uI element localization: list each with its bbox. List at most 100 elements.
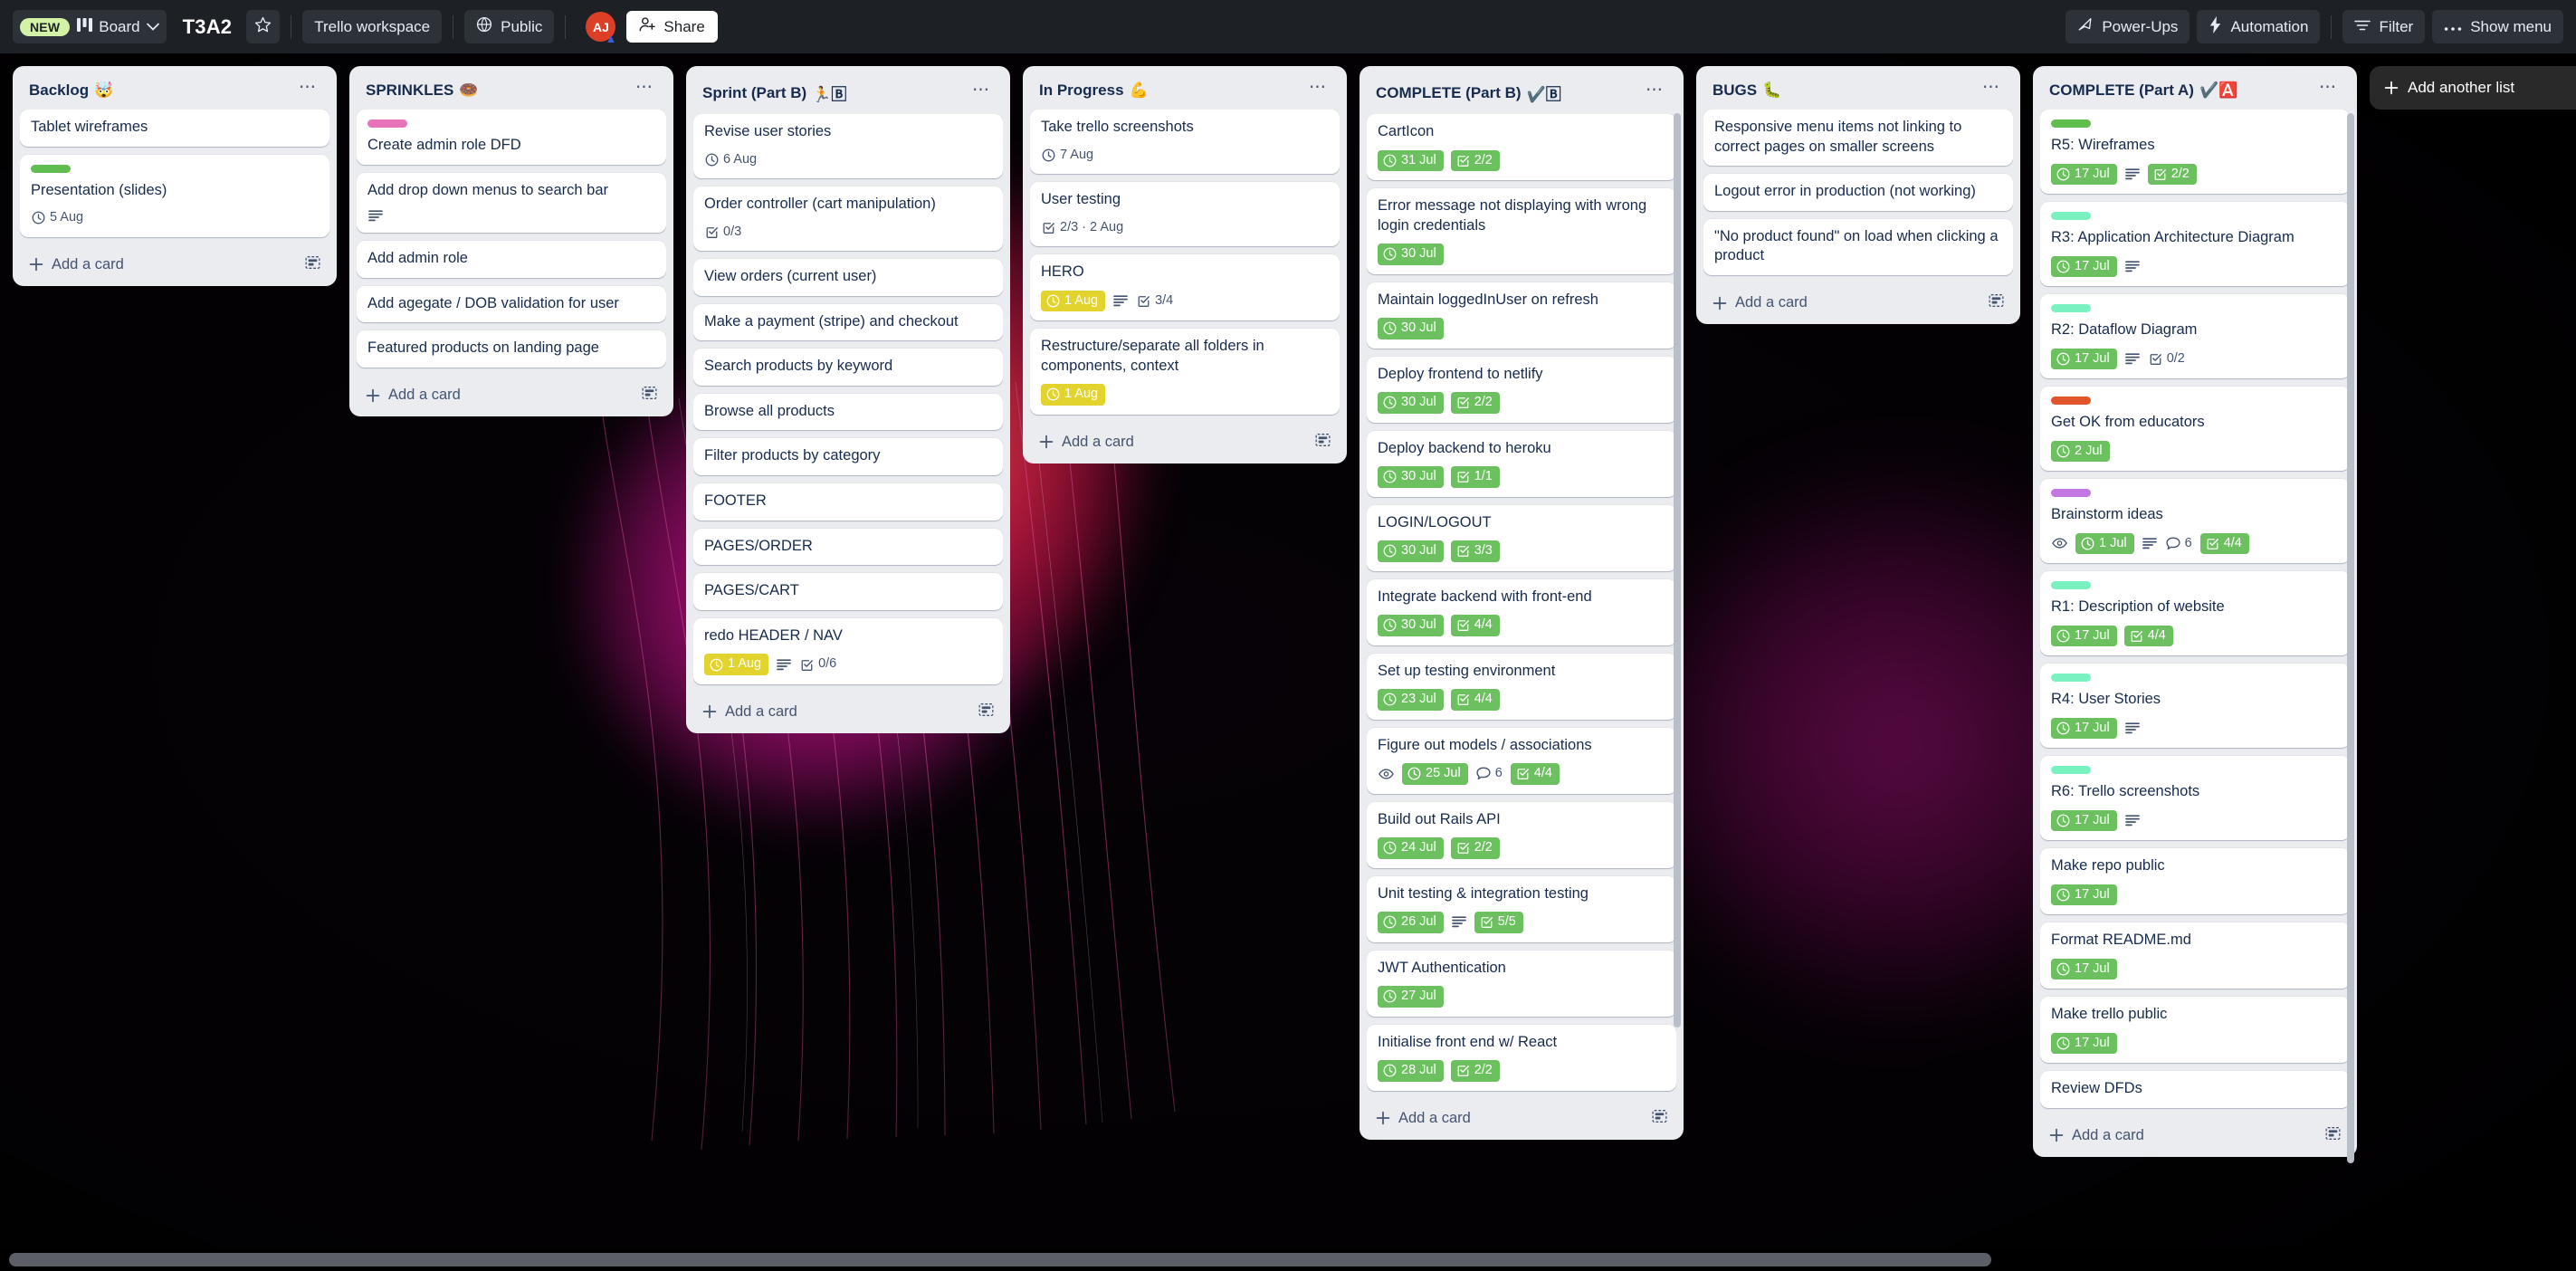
card[interactable]: R6: Trello screenshots 17 Jul <box>2040 756 2350 840</box>
card[interactable]: Take trello screenshots 7 Aug <box>1030 110 1340 174</box>
card[interactable]: Figure out models / associations 25 Jul 6 4… <box>1367 727 1676 794</box>
card-label[interactable] <box>367 119 407 128</box>
card[interactable]: Presentation (slides) 5 Aug <box>20 154 329 237</box>
visibility-button[interactable]: Public <box>464 10 555 43</box>
card[interactable]: Order controller (cart manipulation) 0/3 <box>693 186 1003 251</box>
filter-button[interactable]: Filter <box>2342 10 2426 43</box>
workspace-button[interactable]: Trello workspace <box>302 10 443 43</box>
card[interactable]: Search products by keyword <box>693 349 1003 386</box>
list-title[interactable]: COMPLETE (Part A) ✔️🅰️ <box>2049 81 2237 100</box>
list-complete-part-a[interactable]: COMPLETE (Part A) ✔️🅰️ ⋯ R5: Wireframes 17 J… <box>2033 66 2357 1163</box>
share-button[interactable]: Share <box>626 11 718 43</box>
board-lists-container[interactable]: Backlog 🤯 ⋯ Tablet wireframes Presentation (… <box>0 53 2576 1271</box>
star-board-button[interactable] <box>246 10 281 43</box>
card[interactable]: R5: Wireframes 17 Jul 2/2 <box>2040 110 2350 194</box>
list-vertical-scrollbar[interactable] <box>1674 113 1681 1027</box>
card-template-icon[interactable] <box>305 255 320 274</box>
card[interactable]: Set up testing environment 23 Jul 4/4 <box>1367 653 1676 720</box>
card-template-icon[interactable] <box>1315 433 1331 452</box>
card[interactable]: FOOTER <box>693 483 1003 521</box>
card[interactable]: redo HEADER / NAV 1 Aug 0/6 <box>693 617 1003 684</box>
card[interactable]: R4: User Stories 17 Jul <box>2040 664 2350 748</box>
list-sprinkles[interactable]: SPRINKLES 🍩 ⋯ Create admin role DFD Add drop… <box>349 66 673 417</box>
card-template-icon[interactable] <box>978 702 994 722</box>
card[interactable]: Filter products by category <box>693 438 1003 476</box>
list-complete-part-b[interactable]: COMPLETE (Part B) ✔️🄱 ⋯ CartIcon 31 Jul 2/2 Er… <box>1360 66 1684 1140</box>
horizontal-scrollbar-thumb[interactable] <box>9 1253 1991 1266</box>
card[interactable]: Initialise front end w/ React 28 Jul 2/2 <box>1367 1024 1676 1091</box>
list-title[interactable]: In Progress 💪 <box>1039 81 1149 100</box>
list-actions-menu-icon[interactable]: ⋯ <box>293 79 322 98</box>
card-template-icon[interactable] <box>2325 1126 2341 1145</box>
list-actions-menu-icon[interactable]: ⋯ <box>1977 79 2006 98</box>
card[interactable]: Build out Rails API 24 Jul 2/2 <box>1367 801 1676 868</box>
list-actions-menu-icon[interactable]: ⋯ <box>2314 79 2342 98</box>
add-card-button[interactable]: Add a card <box>1703 283 2013 324</box>
list-actions-menu-icon[interactable]: ⋯ <box>1640 81 1669 100</box>
card[interactable]: Responsive menu items not linking to cor… <box>1703 110 2013 167</box>
list-title[interactable]: COMPLETE (Part B) ✔️🄱 <box>1376 81 1561 104</box>
board-switcher[interactable]: NEW Board <box>13 10 167 43</box>
card[interactable]: Tablet wireframes <box>20 110 329 147</box>
card[interactable]: Unit testing & integration testing 26 Jul… <box>1367 875 1676 942</box>
card[interactable]: Make a payment (stripe) and checkout <box>693 303 1003 341</box>
card-label[interactable] <box>2051 581 2091 589</box>
card[interactable]: Add drop down menus to search bar <box>357 172 666 234</box>
list-actions-menu-icon[interactable]: ⋯ <box>967 81 996 100</box>
card[interactable]: Deploy backend to heroku 30 Jul 1/1 <box>1367 430 1676 497</box>
list-title[interactable]: BUGS 🐛 <box>1713 81 1781 100</box>
card[interactable]: Add agegate / DOB validation for user <box>357 285 666 323</box>
card[interactable]: Review DFDs <box>2040 1071 2350 1108</box>
card[interactable]: R2: Dataflow Diagram 17 Jul 0/2 <box>2040 294 2350 378</box>
card[interactable]: HERO 1 Aug 3/4 <box>1030 254 1340 320</box>
card-label[interactable] <box>2051 212 2091 220</box>
card[interactable]: Get OK from educators 2 Jul <box>2040 387 2350 471</box>
card[interactable]: CartIcon 31 Jul 2/2 <box>1367 114 1676 180</box>
card[interactable]: Revise user stories 6 Aug <box>693 114 1003 178</box>
card-label[interactable] <box>31 164 71 173</box>
card-template-icon[interactable] <box>1652 1109 1667 1128</box>
list-backlog[interactable]: Backlog 🤯 ⋯ Tablet wireframes Presentation (… <box>13 66 337 286</box>
card[interactable]: View orders (current user) <box>693 259 1003 296</box>
card[interactable]: Deploy frontend to netlify 30 Jul 2/2 <box>1367 356 1676 423</box>
list-bugs[interactable]: BUGS 🐛 ⋯ Responsive menu items not linking … <box>1696 66 2020 325</box>
avatar[interactable]: AJ ▲ <box>586 12 616 44</box>
card[interactable]: Featured products on landing page <box>357 330 666 368</box>
card-label[interactable] <box>2051 397 2091 405</box>
card[interactable]: "No product found" on load when clicking… <box>1703 218 2013 276</box>
card[interactable]: R1: Description of website 17 Jul 4/4 <box>2040 571 2350 655</box>
list-in-progress[interactable]: In Progress 💪 ⋯ Take trello screenshots 7 Au… <box>1023 66 1347 463</box>
list-sprint-part-b[interactable]: Sprint (Part B) 🏃🄱 ⋯ Revise user stories 6 A… <box>686 66 1010 733</box>
card[interactable]: PAGES/ORDER <box>693 528 1003 566</box>
card[interactable]: Make trello public 17 Jul <box>2040 997 2350 1063</box>
list-actions-menu-icon[interactable]: ⋯ <box>1303 79 1332 98</box>
card-template-icon[interactable] <box>642 386 657 405</box>
card-label[interactable] <box>2051 766 2091 774</box>
add-card-button[interactable]: Add a card <box>20 245 329 286</box>
card[interactable]: Restructure/separate all folders in comp… <box>1030 329 1340 415</box>
card[interactable]: Logout error in production (not working) <box>1703 174 2013 211</box>
list-actions-menu-icon[interactable]: ⋯ <box>630 79 659 98</box>
card[interactable]: LOGIN/LOGOUT 30 Jul 3/3 <box>1367 504 1676 571</box>
add-card-button[interactable]: Add a card <box>2040 1116 2350 1157</box>
card[interactable]: Error message not displaying with wrong … <box>1367 188 1676 274</box>
card[interactable]: Make repo public 17 Jul <box>2040 848 2350 914</box>
card[interactable]: JWT Authentication 27 Jul <box>1367 950 1676 1017</box>
add-another-list-button[interactable]: Add another list <box>2370 66 2576 110</box>
card[interactable]: Maintain loggedInUser on refresh 30 Jul <box>1367 282 1676 349</box>
add-card-button[interactable]: Add a card <box>357 376 666 416</box>
card-label[interactable] <box>2051 674 2091 682</box>
automation-button[interactable]: Automation <box>2197 10 2321 43</box>
card[interactable]: Browse all products <box>693 393 1003 431</box>
card[interactable]: User testing 2/3 · 2 Aug <box>1030 182 1340 246</box>
list-title[interactable]: SPRINKLES 🍩 <box>366 81 478 100</box>
card-template-icon[interactable] <box>1989 293 2004 312</box>
add-card-button[interactable]: Add a card <box>1030 423 1340 463</box>
card-label[interactable] <box>2051 119 2091 128</box>
card[interactable]: Format README.md 17 Jul <box>2040 922 2350 989</box>
card[interactable]: Create admin role DFD <box>357 110 666 165</box>
show-menu-button[interactable]: Show menu <box>2432 10 2563 43</box>
power-ups-button[interactable]: Power-Ups <box>2066 10 2190 43</box>
list-title[interactable]: Sprint (Part B) 🏃🄱 <box>702 81 846 104</box>
list-vertical-scrollbar[interactable] <box>2347 113 2354 1163</box>
